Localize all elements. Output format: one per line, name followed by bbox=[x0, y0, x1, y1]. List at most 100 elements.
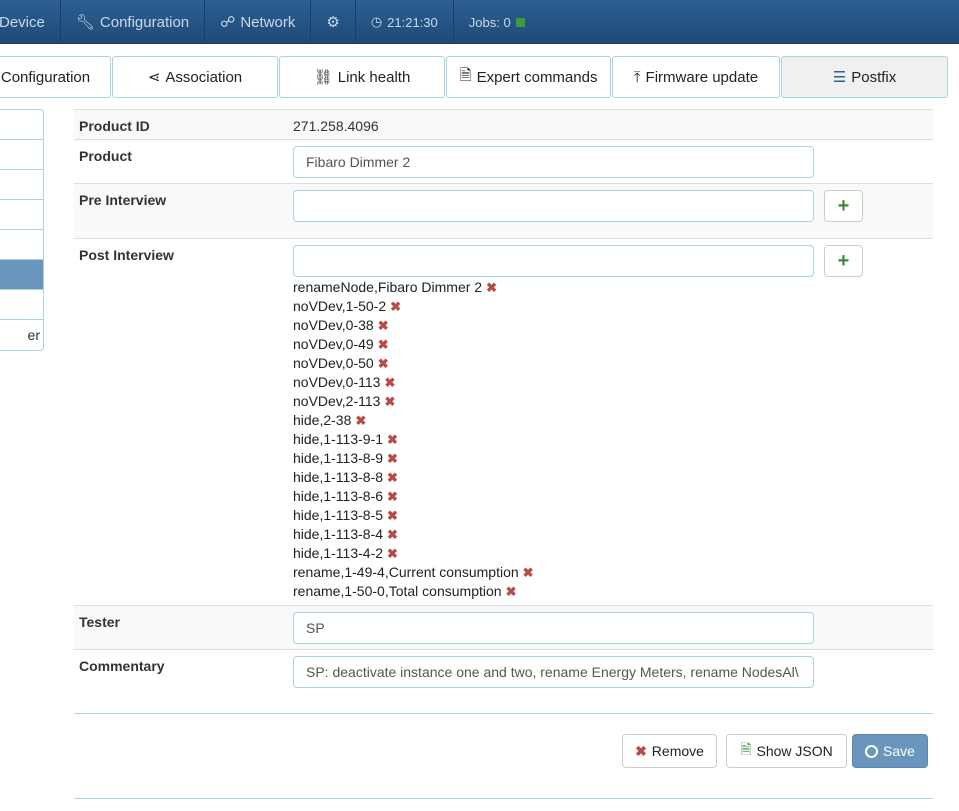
commentary-input[interactable]: SP: deactivate instance one and two, ren… bbox=[293, 656, 814, 688]
upload-icon: ⤒ bbox=[633, 68, 641, 86]
post-interview-label: Post Interview bbox=[79, 247, 174, 263]
post-interview-item: rename,1-50-0,Total consumption ✖ bbox=[293, 582, 928, 601]
product-label: Product bbox=[79, 148, 132, 164]
product-input[interactable]: Fibaro Dimmer 2 bbox=[293, 146, 814, 178]
remove-item-icon[interactable]: ✖ bbox=[523, 565, 534, 580]
post-interview-item: hide,1-113-8-4 ✖ bbox=[293, 525, 928, 544]
nav-network-label: Network bbox=[240, 13, 296, 31]
tester-input[interactable]: SP bbox=[293, 612, 814, 644]
sidebar-item[interactable]: er bbox=[0, 320, 43, 350]
postfix-form: Product ID 271.258.4096 Product Fibaro D… bbox=[74, 109, 933, 697]
commentary-label: Commentary bbox=[79, 658, 165, 674]
post-interview-item: hide,1-113-8-8 ✖ bbox=[293, 468, 928, 487]
post-interview-item: hide,1-113-8-5 ✖ bbox=[293, 506, 928, 525]
nav-clock: ◷ 21:21:30 bbox=[356, 0, 454, 44]
sidebar-item[interactable] bbox=[0, 170, 43, 200]
remove-item-icon[interactable]: ✖ bbox=[506, 584, 517, 599]
product-id-label: Product ID bbox=[79, 118, 150, 134]
gear-icon: ⚙ bbox=[326, 14, 340, 31]
post-interview-item: noVDev,0-50 ✖ bbox=[293, 354, 928, 373]
show-json-button[interactable]: 🗎 Show JSON bbox=[726, 734, 847, 768]
remove-item-icon[interactable]: ✖ bbox=[387, 508, 398, 523]
post-interview-item-text: hide,1-113-8-4 bbox=[293, 526, 384, 542]
plus-icon: + bbox=[837, 194, 850, 217]
sidebar-item-active[interactable] bbox=[0, 260, 43, 290]
post-interview-item-text: noVDev,0-113 bbox=[293, 374, 381, 390]
post-interview-item-text: hide,1-113-8-8 bbox=[293, 469, 384, 485]
post-interview-item: noVDev,0-38 ✖ bbox=[293, 316, 928, 335]
share-icon: ⋖ bbox=[147, 69, 161, 86]
remove-item-icon[interactable]: ✖ bbox=[387, 546, 398, 561]
tester-label: Tester bbox=[79, 614, 120, 630]
divider bbox=[74, 798, 933, 799]
post-interview-item: hide,1-113-8-6 ✖ bbox=[293, 487, 928, 506]
post-interview-item: noVDev,0-113 ✖ bbox=[293, 373, 928, 392]
pre-interview-input[interactable] bbox=[293, 190, 814, 222]
remove-item-icon[interactable]: ✖ bbox=[387, 470, 398, 485]
remove-item-icon[interactable]: ✖ bbox=[486, 280, 497, 295]
row-product: Product Fibaro Dimmer 2 bbox=[74, 139, 933, 183]
sitemap-icon: ☍ bbox=[220, 14, 236, 31]
plus-icon: + bbox=[837, 249, 850, 272]
post-interview-item-text: rename,1-50-0,Total consumption bbox=[293, 583, 502, 599]
remove-item-icon[interactable]: ✖ bbox=[387, 489, 398, 504]
post-interview-item: hide,2-38 ✖ bbox=[293, 411, 928, 430]
server-icon: ☰ bbox=[832, 69, 847, 86]
sidebar-item[interactable] bbox=[0, 230, 43, 260]
post-interview-item: hide,1-113-9-1 ✖ bbox=[293, 430, 928, 449]
clock-icon: ◷ bbox=[370, 14, 383, 29]
sidebar-item[interactable] bbox=[0, 200, 43, 230]
row-post-interview: Post Interview + renameNode,Fibaro Dimme… bbox=[74, 238, 933, 605]
nav-network[interactable]: ☍ Network bbox=[205, 0, 312, 44]
tab-link-health[interactable]: ⛓ Link health bbox=[279, 56, 445, 98]
remove-item-icon[interactable]: ✖ bbox=[384, 375, 395, 390]
tab-association[interactable]: ⋖ Association bbox=[112, 56, 278, 98]
save-button[interactable]: Save bbox=[852, 734, 928, 768]
remove-item-icon[interactable]: ✖ bbox=[378, 318, 389, 333]
tab-expert-commands[interactable]: 🗎 Expert commands bbox=[446, 56, 611, 98]
remove-button[interactable]: ✖ Remove bbox=[622, 734, 717, 768]
row-product-id: Product ID 271.258.4096 bbox=[74, 109, 933, 139]
tab-label: Firmware update bbox=[645, 68, 759, 86]
remove-item-icon[interactable]: ✖ bbox=[384, 394, 395, 409]
x-icon: ✖ bbox=[635, 742, 647, 759]
remove-item-icon[interactable]: ✖ bbox=[378, 356, 389, 371]
sidebar-item[interactable] bbox=[0, 110, 43, 140]
post-interview-item-text: hide,1-113-8-5 bbox=[293, 507, 384, 523]
remove-item-icon[interactable]: ✖ bbox=[387, 527, 398, 542]
divider bbox=[74, 713, 933, 714]
post-interview-item: noVDev,0-49 ✖ bbox=[293, 335, 928, 354]
jobs-label: Jobs: 0 bbox=[468, 14, 511, 30]
nav-device[interactable]: Device bbox=[0, 0, 61, 44]
remove-item-icon[interactable]: ✖ bbox=[378, 337, 389, 352]
remove-item-icon[interactable]: ✖ bbox=[355, 413, 366, 428]
tab-configuration[interactable]: Configuration bbox=[0, 56, 111, 98]
remove-item-icon[interactable]: ✖ bbox=[387, 432, 398, 447]
sidebar-item[interactable] bbox=[0, 290, 43, 320]
nav-configuration-label: Configuration bbox=[99, 13, 190, 31]
sidebar-item[interactable] bbox=[0, 140, 43, 170]
top-navbar: Device 🔧︎ Configuration ☍ Network ⚙ ◷ 21:21… bbox=[0, 0, 959, 44]
add-post-interview-button[interactable]: + bbox=[824, 245, 863, 277]
post-interview-item-text: noVDev,1-50-2 bbox=[293, 298, 387, 314]
row-tester: Tester SP bbox=[74, 605, 933, 649]
tab-label: Expert commands bbox=[476, 68, 598, 86]
pre-interview-label: Pre Interview bbox=[79, 192, 167, 208]
post-interview-item: rename,1-49-4,Current consumption ✖ bbox=[293, 563, 928, 582]
add-pre-interview-button[interactable]: + bbox=[824, 190, 863, 222]
save-label: Save bbox=[883, 743, 915, 759]
post-interview-input[interactable] bbox=[293, 245, 814, 277]
remove-item-icon[interactable]: ✖ bbox=[390, 299, 401, 314]
tab-firmware-update[interactable]: ⤒ Firmware update bbox=[612, 56, 780, 98]
post-interview-item: noVDev,2-113 ✖ bbox=[293, 392, 928, 411]
circle-icon bbox=[865, 744, 879, 758]
tab-postfix[interactable]: ☰ Postfix bbox=[781, 56, 948, 98]
post-interview-item-text: noVDev,0-38 bbox=[293, 317, 374, 333]
remove-item-icon[interactable]: ✖ bbox=[387, 451, 398, 466]
post-interview-item: hide,1-113-4-2 ✖ bbox=[293, 544, 928, 563]
tab-label: Association bbox=[165, 68, 243, 86]
nav-jobs[interactable]: Jobs: 0 bbox=[454, 0, 540, 44]
clock-time: 21:21:30 bbox=[387, 14, 438, 30]
nav-configuration[interactable]: 🔧︎ Configuration bbox=[61, 0, 206, 44]
nav-settings[interactable]: ⚙ bbox=[311, 0, 356, 44]
